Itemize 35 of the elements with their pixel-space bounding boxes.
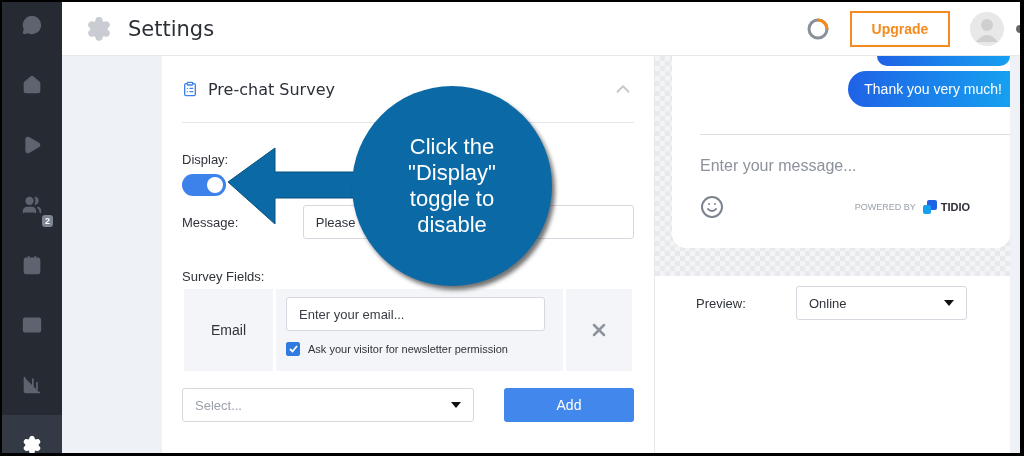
brand-name: TIDIO	[940, 201, 970, 213]
settings-icon	[22, 435, 42, 453]
message-placeholder[interactable]: Enter your message...	[700, 157, 1010, 175]
preview-select[interactable]: Online	[796, 286, 967, 320]
display-toggle[interactable]	[182, 174, 226, 196]
upgrade-button[interactable]: Upgrade	[850, 10, 950, 47]
people-icon	[22, 195, 42, 215]
count-badge: 2	[42, 215, 53, 227]
home-icon	[22, 75, 42, 95]
settings-icon	[86, 15, 112, 42]
clipboard-icon	[182, 81, 198, 97]
emoji-icon[interactable]	[700, 195, 724, 219]
avatar-icon[interactable]	[970, 11, 1004, 46]
caret-icon	[944, 300, 954, 306]
bar-chart-icon	[22, 375, 42, 395]
logo-icon	[921, 199, 938, 215]
table-cell: Email	[184, 289, 273, 371]
newsletter-checkbox[interactable]	[286, 342, 300, 356]
chat-icon	[22, 15, 42, 35]
powered-by-text: POWERED BY	[854, 202, 916, 212]
email-input[interactable]: Enter your email...	[286, 297, 545, 331]
chat-bubble: Thank you very much!	[848, 71, 1010, 107]
field-label: Message:	[182, 214, 240, 230]
sidebar-item[interactable]: 2	[2, 175, 62, 235]
caret-icon	[451, 402, 461, 408]
field-label: Survey Fields:	[182, 269, 265, 284]
field-label: Preview:	[696, 295, 747, 311]
field-select[interactable]: Select...	[182, 388, 474, 422]
field-label: Display:	[182, 152, 229, 167]
add-button[interactable]: Add	[504, 388, 634, 422]
play-icon	[22, 135, 42, 155]
checkbox-label: Ask your visitor for newsletter permission	[308, 343, 508, 355]
section-title: Pre-chat Survey	[208, 79, 335, 99]
loading-icon	[806, 16, 830, 41]
page-title: Settings	[128, 16, 215, 41]
